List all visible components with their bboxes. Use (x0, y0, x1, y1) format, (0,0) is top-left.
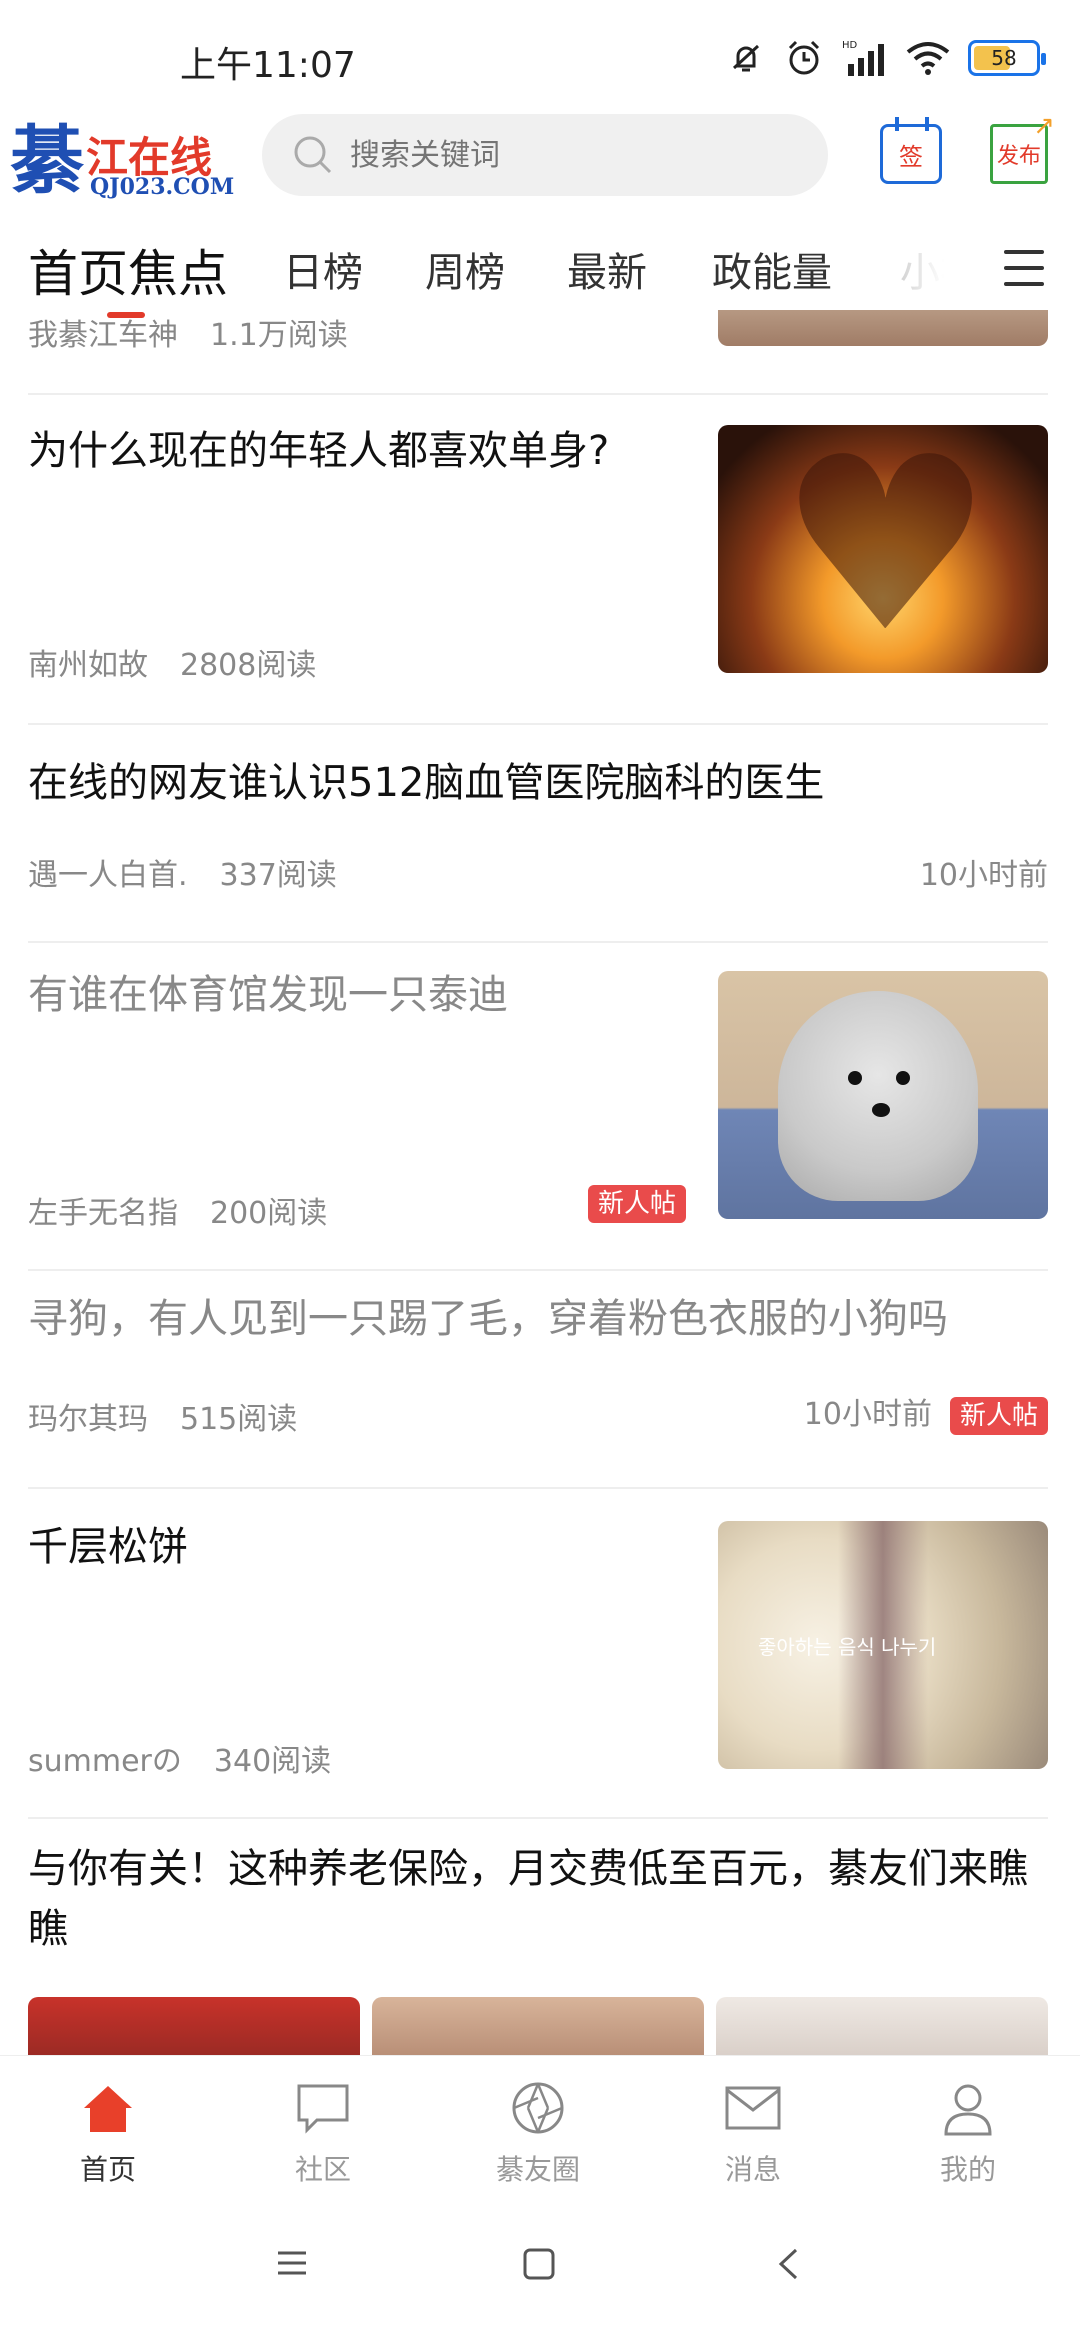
post-author: summerの (28, 1744, 182, 1779)
nav-label: 首页 (79, 2153, 136, 2186)
home-square-icon[interactable] (522, 2247, 556, 2281)
tab-daily[interactable]: 日榜 (283, 240, 363, 298)
status-icons: HD 58 (726, 30, 1046, 86)
nav-label: 我的 (939, 2153, 996, 2186)
post-time: 10小时前 (803, 1397, 932, 1432)
list-item[interactable]: 与你有关！这种养老保险，月交费低至百元，綦友们来瞧瞧 (28, 1819, 1048, 2055)
nav-label: 綦友圈 (495, 2153, 580, 2186)
post-thumbnail (718, 425, 1048, 673)
search-icon (294, 136, 332, 174)
logo-mark: 綦 (10, 118, 84, 204)
list-item[interactable]: 千层松饼 summerの 340阅读 좋아하는 음식 나누기 (28, 1489, 1048, 1819)
post-meta: 玛尔其玛 515阅读 (28, 1394, 297, 1438)
chat-bubble-icon (297, 2084, 349, 2134)
post-meta: 遇一人白首. 337阅读 (28, 850, 337, 894)
post-time: 10小时前 (919, 858, 1048, 893)
logo-url: QJ023.COM (90, 174, 235, 200)
list-item[interactable]: 为什么现在的年轻人都喜欢单身? 南州如故 2808阅读 (28, 395, 1048, 725)
tabs-fade (860, 230, 980, 320)
post-thumbnail (716, 1997, 1048, 2055)
list-item[interactable]: 有谁在体育馆发现一只泰迪 左手无名指 200阅读 新人帖 (28, 943, 1048, 1271)
post-title: 寻狗，有人见到一只踢了毛，穿着粉色衣服的小狗吗 (28, 1296, 948, 1342)
new-post-badge: 新人帖 (949, 1397, 1048, 1435)
post-title: 有谁在体育馆发现一只泰迪 (28, 972, 508, 1018)
alarm-icon (788, 40, 820, 75)
nav-messages[interactable]: 消息 (683, 2078, 823, 2188)
battery-icon: 58 (968, 40, 1046, 76)
mute-bell-icon (732, 44, 760, 72)
nav-profile[interactable]: 我的 (898, 2078, 1038, 2188)
bottom-navigation: 首页 社区 綦友圈 消息 我的 (0, 2055, 1080, 2195)
app-header: 綦 江在线 QJ023.COM 签 发布 (0, 110, 1080, 210)
post-meta: 左手无名指 200阅读 (28, 1188, 327, 1232)
tab-weekly[interactable]: 周榜 (425, 240, 505, 298)
aperture-icon (512, 2082, 564, 2134)
image-caption: 좋아하는 음식 나누기 (758, 1635, 937, 1659)
publish-button[interactable]: 发布 (990, 111, 1055, 184)
post-meta: 南州如故 2808阅读 (28, 640, 316, 684)
check-in-label: 签 (899, 142, 923, 171)
tab-focus[interactable]: 首页焦点 (28, 234, 228, 306)
post-thumbnail: 좋아하는 음식 나누기 (718, 1521, 1048, 1769)
post-title: 在线的网友谁认识512脑血管医院脑科的医生 (28, 760, 825, 806)
list-item[interactable]: 我綦江车神 1.1万阅读 (28, 310, 1048, 395)
nav-label: 社区 (294, 2153, 351, 2186)
tab-positive-energy[interactable]: 政能量 (712, 240, 832, 298)
post-reads: 340阅读 (213, 1744, 332, 1779)
post-author: 南州如故 (28, 648, 148, 683)
search-bar[interactable] (262, 114, 828, 196)
nav-label: 消息 (724, 2153, 781, 2186)
post-thumbnail (372, 1997, 704, 2055)
back-icon[interactable] (776, 2247, 800, 2281)
system-navigation-bar (0, 2195, 1080, 2340)
check-in-button[interactable]: 签 (880, 117, 942, 184)
post-title: 千层松饼 (28, 1524, 188, 1570)
post-title: 为什么现在的年轻人都喜欢单身? (28, 428, 610, 474)
post-title: 与你有关！这种养老保险，月交费低至百元，綦友们来瞧瞧 (28, 1846, 1028, 1952)
menu-icon[interactable] (276, 2247, 308, 2279)
post-meta: 我綦江车神 1.1万阅读 (28, 310, 348, 354)
post-image-strip (28, 1997, 1048, 2055)
nav-home[interactable]: 首页 (38, 2078, 178, 2188)
site-logo[interactable]: 綦 江在线 QJ023.COM (10, 118, 234, 204)
post-author: 玛尔其玛 (28, 1402, 148, 1437)
mail-icon (725, 2086, 781, 2130)
list-item[interactable]: 寻狗，有人见到一只踢了毛，穿着粉色衣服的小狗吗 玛尔其玛 515阅读 10小时前新… (28, 1271, 1048, 1489)
post-reads: 515阅读 (180, 1402, 298, 1437)
post-author: 左手无名指 (28, 1196, 178, 1231)
user-icon (944, 2084, 992, 2136)
post-reads: 337阅读 (219, 858, 337, 893)
post-thumbnail (28, 1997, 360, 2055)
wifi-icon (906, 42, 950, 75)
post-meta: summerの 340阅读 (28, 1736, 331, 1780)
signal-icon: HD (842, 40, 884, 76)
svg-text:HD: HD (842, 40, 858, 51)
post-thumbnail (718, 310, 1048, 346)
post-reads: 1.1万阅读 (210, 318, 348, 353)
status-bar: 上午11:07 HD 58 (0, 0, 1080, 110)
post-feed: 我綦江车神 1.1万阅读 为什么现在的年轻人都喜欢单身? 南州如故 2808阅读 在… (0, 310, 1080, 2055)
tab-latest[interactable]: 最新 (567, 240, 647, 298)
tabs-menu-icon[interactable] (1004, 250, 1044, 286)
search-input[interactable] (350, 137, 790, 173)
status-time: 上午11:07 (180, 45, 356, 86)
nav-friends-circle[interactable]: 綦友圈 (468, 2078, 608, 2188)
post-reads: 200阅读 (210, 1196, 328, 1231)
post-thumbnail (718, 971, 1048, 1219)
list-item[interactable]: 在线的网友谁认识512脑血管医院脑科的医生 遇一人白首. 337阅读 10小时前 (28, 725, 1048, 943)
home-icon (84, 2086, 132, 2132)
new-post-badge: 新人帖 (588, 1183, 687, 1223)
post-time-row: 10小时前 新人帖 (803, 1389, 1048, 1435)
post-author: 遇一人白首. (28, 858, 188, 893)
post-author: 我綦江车神 (28, 318, 178, 353)
nav-community[interactable]: 社区 (253, 2078, 393, 2188)
category-tabs: 首页焦点 日榜 周榜 最新 政能量 小视 (0, 230, 1080, 320)
battery-level: 58 (991, 46, 1017, 70)
post-reads: 2808阅读 (180, 648, 317, 683)
publish-label: 发布 (996, 144, 1041, 169)
